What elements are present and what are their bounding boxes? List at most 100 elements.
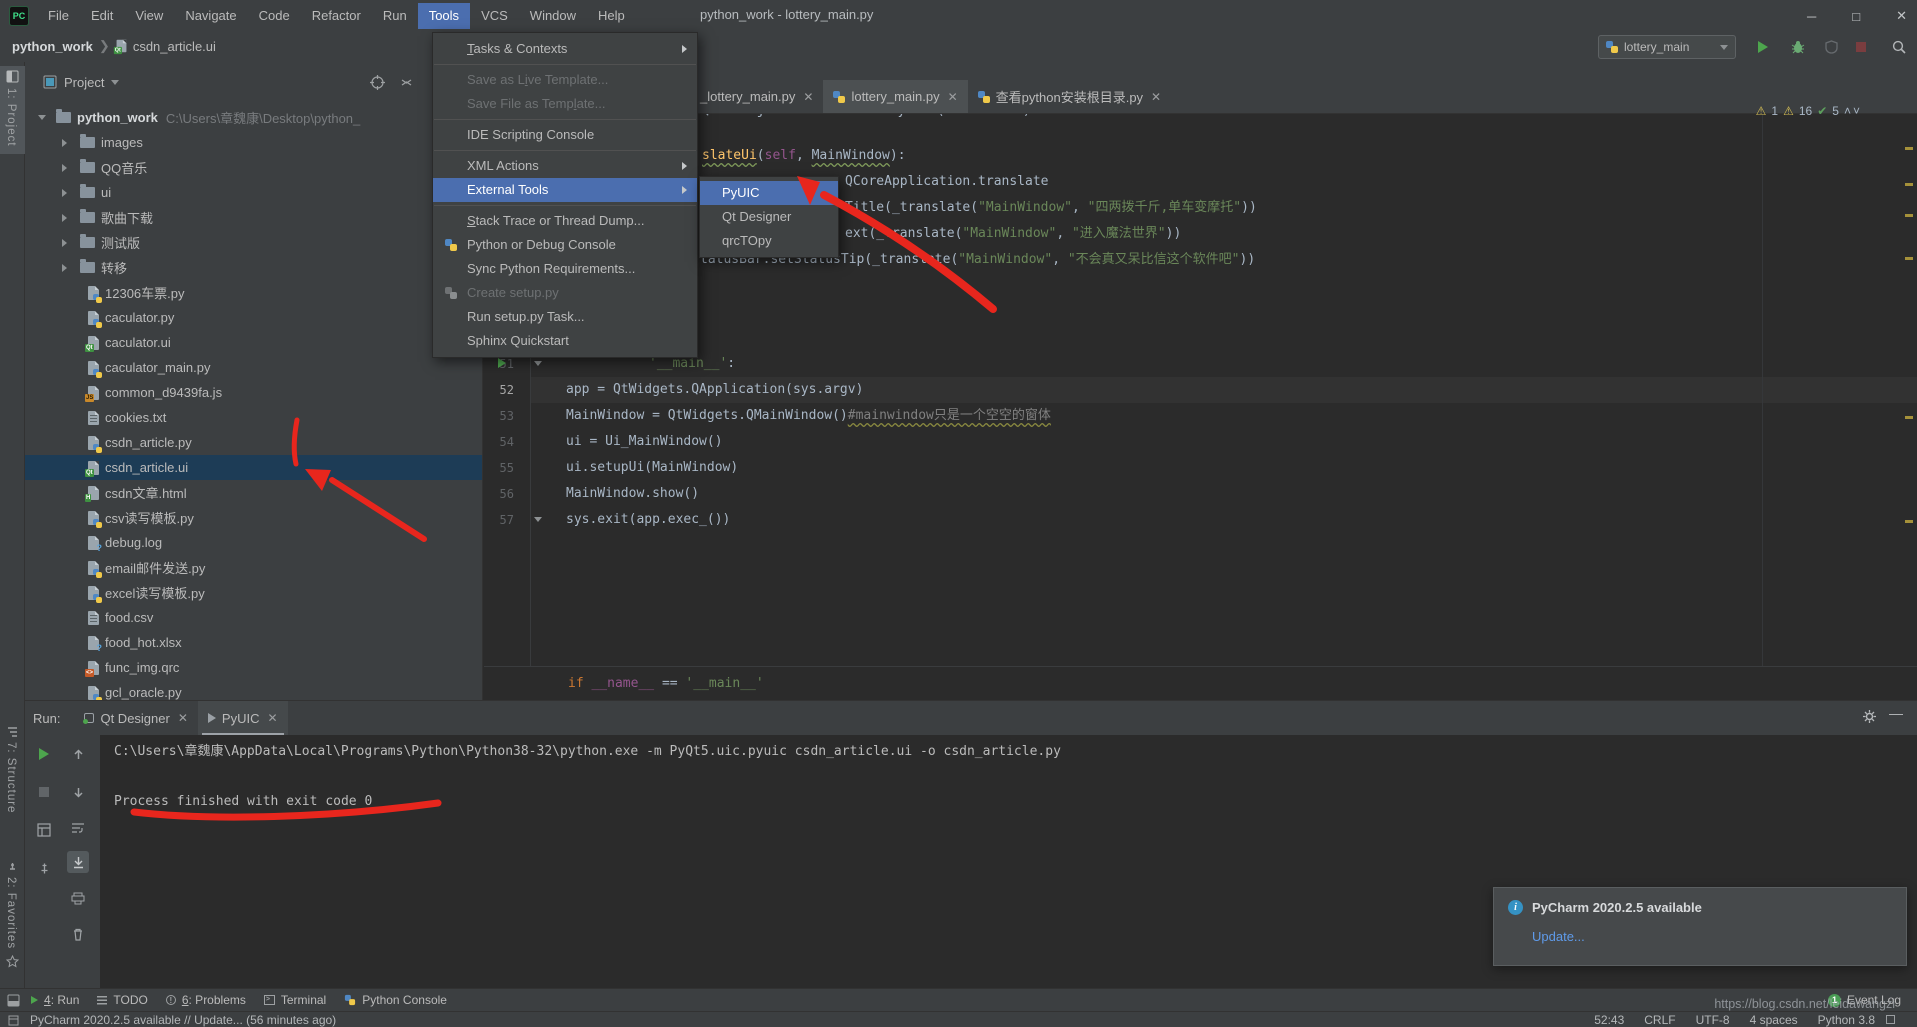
close-tab-icon[interactable]: ✕ bbox=[948, 90, 958, 104]
status-widget-4-spaces[interactable]: 4 spaces bbox=[1750, 1013, 1798, 1027]
menu-item-sync-python-requirements[interactable]: Sync Python Requirements... bbox=[433, 257, 697, 281]
settings-gear-icon[interactable] bbox=[1862, 709, 1877, 724]
close-tab-icon[interactable]: ✕ bbox=[267, 711, 277, 725]
menu-item-ide-scripting-console[interactable]: IDE Scripting Console bbox=[433, 123, 697, 147]
sidebar-item-structure[interactable]: 7: Structure bbox=[5, 742, 17, 813]
print-icon[interactable] bbox=[67, 887, 89, 909]
scroll-to-end-icon[interactable] bbox=[67, 851, 89, 873]
coverage-button[interactable] bbox=[1822, 38, 1840, 56]
inspection-widget[interactable]: ⚠1⚠16✔5˄˅ bbox=[1756, 104, 1862, 118]
collapse-all-icon[interactable] bbox=[399, 75, 414, 90]
warning-stripe-mark[interactable] bbox=[1905, 147, 1913, 150]
status-widget-python-3-8[interactable]: Python 3.8 bbox=[1818, 1013, 1875, 1027]
tree-item-gcl-oracle-py[interactable]: gcl_oracle.py bbox=[25, 680, 482, 700]
submenu-item-qrctopy[interactable]: qrcTOpy bbox=[700, 229, 838, 253]
editor-tab-lottery-main-py[interactable]: lottery_main.py✕ bbox=[823, 80, 967, 113]
status-widget-crlf[interactable]: CRLF bbox=[1644, 1013, 1675, 1027]
menu-item-run-setup-py-task[interactable]: Run setup.py Task... bbox=[433, 305, 697, 329]
fold-marker-icon[interactable] bbox=[534, 361, 542, 366]
tree-item-caculator-py[interactable]: caculator.py bbox=[25, 305, 482, 330]
tree-item-caculator-ui[interactable]: Qtcaculator.ui bbox=[25, 330, 482, 355]
project-panel-title[interactable]: Project bbox=[64, 75, 104, 90]
up-stack-trace-icon[interactable] bbox=[67, 743, 89, 765]
soft-wrap-icon[interactable] bbox=[67, 817, 89, 839]
status-toolwindow-icon[interactable] bbox=[8, 1015, 19, 1026]
tree-item-csv读写模板-py[interactable]: csv读写模板.py bbox=[25, 505, 482, 530]
tree-item-测试版[interactable]: 测试版 bbox=[25, 230, 482, 255]
run-button[interactable] bbox=[1754, 38, 1772, 56]
chevron-right-icon[interactable] bbox=[62, 164, 67, 172]
tree-item-debug-log[interactable]: ?debug.log bbox=[25, 530, 482, 555]
stop-button[interactable] bbox=[1852, 38, 1870, 56]
menu-file[interactable]: File bbox=[37, 3, 80, 29]
tree-item-func-img-qrc[interactable]: <>func_img.qrc bbox=[25, 655, 482, 680]
next-prev-warning-icons[interactable]: ˄˅ bbox=[1844, 104, 1862, 118]
toolwindow-button-todo[interactable]: TODO bbox=[88, 989, 156, 1012]
warning-stripe-mark[interactable] bbox=[1905, 183, 1913, 186]
breadcrumb-file[interactable]: csdn_article.ui bbox=[133, 39, 216, 54]
menu-code[interactable]: Code bbox=[248, 3, 301, 29]
chevron-down-icon[interactable] bbox=[38, 115, 46, 120]
menu-item-sphinx-quickstart[interactable]: Sphinx Quickstart bbox=[433, 329, 697, 353]
menu-item-create-setup-py[interactable]: Create setup.py bbox=[433, 281, 697, 305]
maximize-icon[interactable]: □ bbox=[1852, 9, 1860, 24]
close-tab-icon[interactable]: ✕ bbox=[803, 90, 813, 104]
toolwindow-button-4-run[interactable]: 4: Run bbox=[22, 989, 88, 1012]
tree-item-python-work[interactable]: python_workC:\Users\章魏康\Desktop\python_ bbox=[25, 105, 482, 130]
status-widget-52-43[interactable]: 52:43 bbox=[1594, 1013, 1624, 1027]
rerun-button[interactable] bbox=[33, 743, 55, 765]
stop-process-button[interactable] bbox=[33, 781, 55, 803]
clear-all-icon[interactable] bbox=[67, 923, 89, 945]
chevron-right-icon[interactable] bbox=[62, 139, 67, 147]
tree-item-email邮件发送-py[interactable]: email邮件发送.py bbox=[25, 555, 482, 580]
toolwindow-button-6-problems[interactable]: !6: Problems bbox=[157, 989, 255, 1012]
sidebar-item-favorites[interactable]: 2: Favorites bbox=[5, 877, 17, 949]
locate-file-icon[interactable] bbox=[370, 75, 385, 90]
menu-item-python-or-debug-console[interactable]: Python or Debug Console bbox=[433, 233, 697, 257]
submenu-item-pyuic[interactable]: PyUIC bbox=[700, 181, 838, 205]
tree-item-common-d9439fa-js[interactable]: JScommon_d9439fa.js bbox=[25, 380, 482, 405]
toolwindow-button-terminal[interactable]: >Terminal bbox=[255, 989, 335, 1012]
menu-tools[interactable]: Tools bbox=[418, 3, 470, 29]
fold-marker-icon[interactable] bbox=[534, 517, 542, 522]
down-stack-trace-icon[interactable] bbox=[67, 781, 89, 803]
tree-item-excel读写模板-py[interactable]: excel读写模板.py bbox=[25, 580, 482, 605]
tree-item-food-csv[interactable]: food.csv bbox=[25, 605, 482, 630]
tree-item-images[interactable]: images bbox=[25, 130, 482, 155]
debug-button[interactable] bbox=[1789, 38, 1807, 56]
menu-item-save-as-live-template[interactable]: Save as Live Template... bbox=[433, 68, 697, 92]
toolwindow-button-python-console[interactable]: Python Console bbox=[335, 989, 456, 1012]
submenu-item-qt-designer[interactable]: Qt Designer bbox=[700, 205, 838, 229]
menu-item-save-file-as-template[interactable]: Save File as Template... bbox=[433, 92, 697, 116]
tree-item-caculator-main-py[interactable]: caculator_main.py bbox=[25, 355, 482, 380]
close-icon[interactable]: ✕ bbox=[1896, 8, 1907, 24]
update-link[interactable]: Update... bbox=[1532, 929, 1892, 944]
run-tab-qt-designer[interactable]: Qt Designer✕ bbox=[74, 701, 197, 735]
pin-tab-icon[interactable] bbox=[33, 857, 55, 879]
warning-stripe-mark[interactable] bbox=[1905, 520, 1913, 523]
menu-item-xml-actions[interactable]: XML Actions bbox=[433, 154, 697, 178]
menu-refactor[interactable]: Refactor bbox=[301, 3, 372, 29]
run-configuration-select[interactable]: lottery_main bbox=[1598, 35, 1736, 59]
chevron-right-icon[interactable] bbox=[62, 189, 67, 197]
status-message[interactable]: PyCharm 2020.2.5 available // Update... … bbox=[30, 1013, 336, 1027]
menu-help[interactable]: Help bbox=[587, 3, 636, 29]
status-lock-icon[interactable] bbox=[1886, 1015, 1895, 1024]
minimize-tool-window-icon[interactable]: — bbox=[1889, 705, 1903, 721]
menu-vcs[interactable]: VCS bbox=[470, 3, 519, 29]
status-widget-utf-8[interactable]: UTF-8 bbox=[1696, 1013, 1730, 1027]
tree-item-ui[interactable]: ui bbox=[25, 180, 482, 205]
tree-item-转移[interactable]: 转移 bbox=[25, 255, 482, 280]
close-tab-icon[interactable]: ✕ bbox=[178, 711, 188, 725]
editor-tab-查看python安装根目录-py[interactable]: 查看python安装根目录.py✕ bbox=[968, 80, 1171, 113]
chevron-right-icon[interactable] bbox=[62, 214, 67, 222]
warning-stripe-mark[interactable] bbox=[1905, 257, 1913, 260]
search-everywhere-icon[interactable] bbox=[1890, 38, 1908, 56]
restore-layout-icon[interactable] bbox=[33, 819, 55, 841]
tree-item-12306车票-py[interactable]: 12306车票.py bbox=[25, 280, 482, 305]
tree-item-cookies-txt[interactable]: cookies.txt bbox=[25, 405, 482, 430]
menu-run[interactable]: Run bbox=[372, 3, 418, 29]
breadcrumb-project[interactable]: python_work bbox=[12, 39, 93, 54]
tree-item-csdn文章-html[interactable]: Hcsdn文章.html bbox=[25, 480, 482, 505]
tree-item-歌曲下载[interactable]: 歌曲下载 bbox=[25, 205, 482, 230]
